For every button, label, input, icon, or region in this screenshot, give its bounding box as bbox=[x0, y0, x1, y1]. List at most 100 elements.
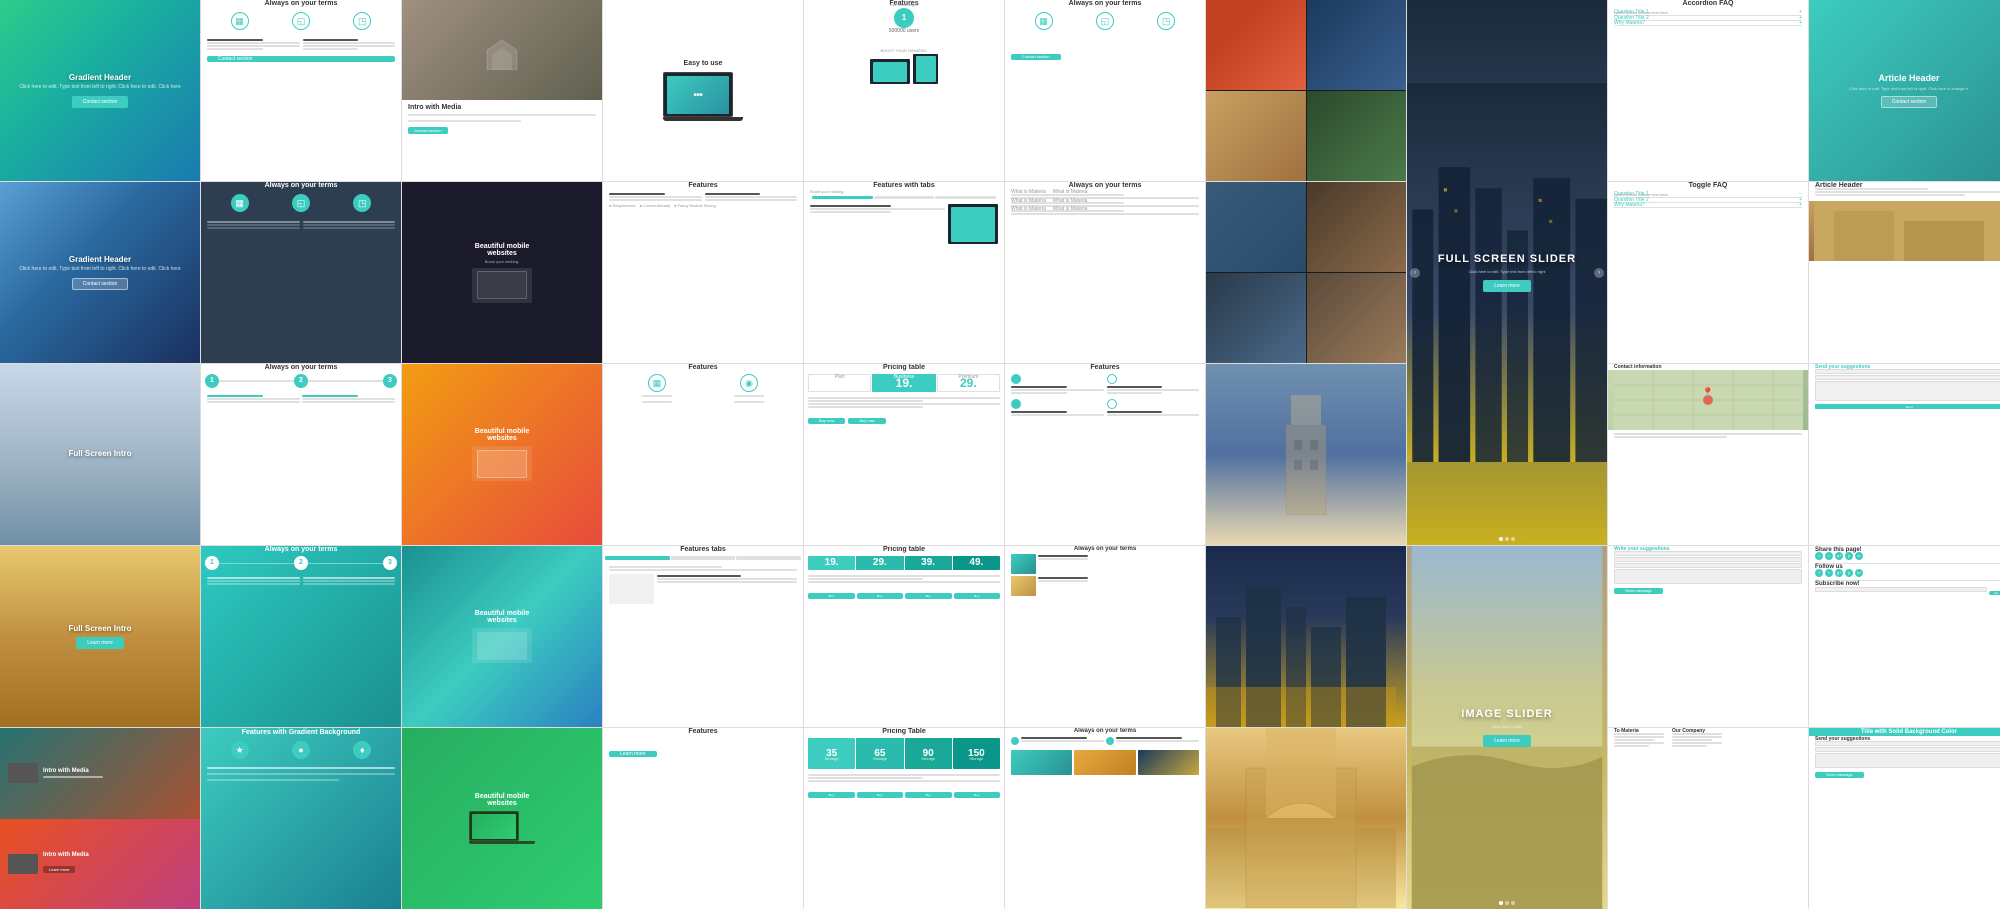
intro-media-cta[interactable]: Contact section bbox=[408, 127, 448, 134]
sug-submit[interactable]: Send message bbox=[1815, 772, 1864, 778]
always-terms-card-4[interactable]: Always on your terms 1 2 3 bbox=[201, 546, 401, 727]
ftab-2[interactable] bbox=[874, 196, 935, 199]
warm-arch-card[interactable] bbox=[1206, 728, 1406, 909]
city-night-card[interactable] bbox=[1206, 546, 1406, 727]
always-terms-2-card[interactable]: Always on your terms What is Materia Wha… bbox=[1005, 182, 1205, 363]
mobile-websites-dark-card[interactable]: Beautiful mobilewebsites Boost your rank… bbox=[402, 182, 602, 363]
stat-btn-1[interactable]: Buy bbox=[808, 792, 855, 798]
stat-btn-2[interactable]: Buy bbox=[857, 792, 904, 798]
features-col6-card[interactable]: Features bbox=[1005, 364, 1205, 545]
stat-btn-3[interactable]: Buy bbox=[905, 792, 952, 798]
mobile-websites-orange-card[interactable]: Beautiful mobilewebsites bbox=[402, 364, 602, 545]
slider-arrow-right[interactable]: › bbox=[1594, 268, 1604, 278]
pricing-table-1-card[interactable]: Pricing table Plan Business 19. Premium … bbox=[804, 364, 1004, 545]
footer-links-card[interactable]: To Materia Our Company bbox=[1608, 728, 1808, 909]
tab-1[interactable] bbox=[605, 556, 670, 560]
toggle-faq-card[interactable]: Toggle FAQ Question Title 1 − Lorem ipsu… bbox=[1608, 182, 1808, 363]
features-pricing-card[interactable]: Features Learn more bbox=[603, 728, 803, 909]
full-screen-slider-card[interactable]: FULL SCREEN SLIDER Click here to edit. T… bbox=[1407, 0, 1607, 545]
tab-3[interactable] bbox=[736, 556, 801, 560]
social-tw[interactable]: t bbox=[1825, 552, 1833, 560]
stat-btn-4[interactable]: Buy bbox=[954, 792, 1001, 798]
follow-fb[interactable]: f bbox=[1815, 569, 1823, 577]
title-solid-bg-card[interactable]: Title with Solid Background Color Send y… bbox=[1809, 728, 2000, 909]
form2-textarea[interactable] bbox=[1815, 381, 2000, 401]
features-tabs-card[interactable]: Features tabs bbox=[603, 546, 803, 727]
intro-media-btn[interactable]: Learn more bbox=[43, 866, 75, 873]
article-header-teal-btn[interactable]: Contact section bbox=[1881, 96, 1937, 108]
p2-btn-1[interactable]: Buy bbox=[808, 593, 855, 599]
faq-item-3[interactable]: Why Materia? + bbox=[1614, 21, 1802, 26]
image-slider-btn[interactable]: Learn more bbox=[1483, 735, 1531, 747]
always-terms-img-card[interactable]: Always on your terms bbox=[1005, 546, 1205, 727]
features-main-card[interactable]: Features Our advantages 1 500000 users bbox=[804, 0, 1004, 181]
pricing-btn-1[interactable]: Buy now bbox=[808, 418, 845, 424]
subscribe-email[interactable] bbox=[1815, 587, 1987, 592]
form-field-3[interactable] bbox=[1614, 563, 1802, 568]
tab-2[interactable] bbox=[671, 556, 736, 560]
gradient-header-btn-2[interactable]: Contact section bbox=[72, 278, 128, 290]
ftab-1[interactable] bbox=[812, 196, 873, 199]
social-pi[interactable]: p bbox=[1845, 552, 1853, 560]
p2-btn-4[interactable]: Buy bbox=[954, 593, 1001, 599]
article-header-teal-card[interactable]: Article Header Click here to edit. Type … bbox=[1809, 0, 2000, 181]
image-slider-card[interactable]: IMAGE SLIDER Click here to edit. Learn m… bbox=[1407, 546, 1607, 909]
photo-blue-1 bbox=[1307, 0, 1407, 90]
social-gp[interactable]: g+ bbox=[1835, 552, 1843, 560]
features-with-tabs-card[interactable]: Features with tabs Boost your ranking. bbox=[804, 182, 1004, 363]
always-terms-card-2[interactable]: Always on your terms ▦ ◱ ◳ bbox=[201, 182, 401, 363]
contact-map-card[interactable]: Contact information 📍 bbox=[1608, 364, 1808, 545]
follow-pi[interactable]: p bbox=[1845, 569, 1853, 577]
social-li[interactable]: in bbox=[1855, 552, 1863, 560]
intro-media-photo-card[interactable]: Intro with Media Contact section bbox=[402, 0, 602, 181]
features-card-1[interactable]: Features ● Requirement bbox=[603, 182, 803, 363]
slider-btn[interactable]: Learn more bbox=[1483, 280, 1531, 292]
subscribe-btn[interactable]: Go bbox=[1989, 591, 2000, 595]
contact-form-card[interactable]: Write your suggestions Send message bbox=[1608, 546, 1808, 727]
ati-btn[interactable]: Contact section bbox=[1011, 54, 1061, 60]
always-terms-btn-1[interactable]: Contact section bbox=[207, 56, 395, 62]
easy-to-use-card[interactable]: Easy to use ■■■ bbox=[603, 0, 803, 181]
p2-btn-3[interactable]: Buy bbox=[905, 593, 952, 599]
always-terms-card-1[interactable]: Always on your terms ▦ ◱ ◳ bbox=[201, 0, 401, 181]
full-screen-intro-card-1[interactable]: Full Screen Intro bbox=[0, 364, 200, 545]
full-screen-intro-btn-2[interactable]: Learn more bbox=[76, 637, 124, 649]
form-textarea[interactable] bbox=[1614, 569, 1802, 584]
arch-photo-2-card[interactable] bbox=[1206, 182, 1406, 363]
intro-with-media-card-1[interactable]: Intro with Media Intro with Media Learn … bbox=[0, 728, 200, 909]
follow-gp[interactable]: g+ bbox=[1835, 569, 1843, 577]
form2-field-2[interactable] bbox=[1815, 375, 2000, 380]
gradient-header-card-1[interactable]: Gradient Header Click here to edit. Type… bbox=[0, 0, 200, 181]
mobile-websites-green-card[interactable]: Beautiful mobilewebsites bbox=[402, 728, 602, 909]
follow-tw[interactable]: t bbox=[1825, 569, 1833, 577]
building-photo-card[interactable] bbox=[1206, 364, 1406, 545]
gradient-header-btn-1[interactable]: Contact section bbox=[72, 96, 128, 108]
full-screen-intro-card-2[interactable]: Full Screen Intro Learn more bbox=[0, 546, 200, 727]
arch-photo-1-card[interactable] bbox=[1206, 0, 1406, 181]
always-terms-img2-card[interactable]: Always on your terms bbox=[1005, 728, 1205, 909]
article-header-white-card[interactable]: Article Header bbox=[1809, 182, 2000, 363]
follow-li[interactable]: in bbox=[1855, 569, 1863, 577]
ftab-3[interactable] bbox=[935, 196, 996, 199]
features-card-2[interactable]: Features ▦ ◉ bbox=[603, 364, 803, 545]
form-submit-btn[interactable]: Send message bbox=[1614, 588, 1663, 594]
slider-arrow-left[interactable]: ‹ bbox=[1410, 268, 1420, 278]
p2-btn-2[interactable]: Buy bbox=[857, 593, 904, 599]
contact-form-2-card[interactable]: Send your suggestions Send bbox=[1809, 364, 2000, 545]
social-fb[interactable]: f bbox=[1815, 552, 1823, 560]
pricing-btn-2[interactable]: Buy now bbox=[848, 418, 885, 424]
pricing-table-2-card[interactable]: Pricing table 19. 29. 39. 49. bbox=[804, 546, 1004, 727]
always-terms-card-3[interactable]: Always on your terms 1 2 3 bbox=[201, 364, 401, 545]
feat-pricing-btn[interactable]: Learn more bbox=[609, 751, 657, 757]
sug-field-2[interactable] bbox=[1815, 747, 2000, 752]
pricing-table-3-card[interactable]: Pricing Table 35 Storage 65 Storage 90 S… bbox=[804, 728, 1004, 909]
sug-textarea[interactable] bbox=[1815, 753, 2000, 768]
always-terms-icons-card[interactable]: Always on your terms ▦ ◱ ◳ bbox=[1005, 0, 1205, 181]
accordion-faq-card[interactable]: Accordion FAQ Question Title 1 + Lorem i… bbox=[1608, 0, 1808, 181]
toggle-item-3[interactable]: Why Materia? + bbox=[1614, 203, 1802, 208]
mobile-websites-teal-card[interactable]: Beautiful mobilewebsites bbox=[402, 546, 602, 727]
features-gradient-card[interactable]: Features with Gradient Background ★ ● ♦ bbox=[201, 728, 401, 909]
social-card[interactable]: Share this page! f t g+ p in Follow us f… bbox=[1809, 546, 2000, 727]
gradient-header-card-2[interactable]: Gradient Header Click here to edit. Type… bbox=[0, 182, 200, 363]
form-field-2[interactable] bbox=[1614, 557, 1802, 562]
